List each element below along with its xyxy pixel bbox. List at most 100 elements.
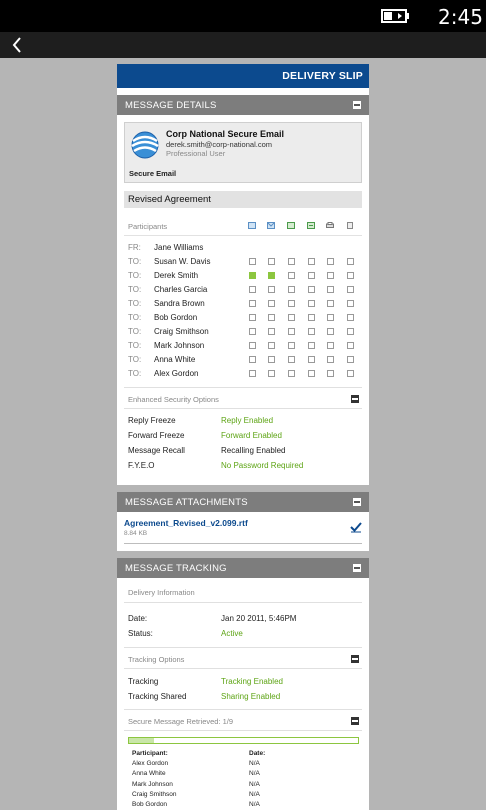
retrieved-header[interactable]: Secure Message Retrieved: 1/9 — [124, 709, 362, 731]
permission-checkbox[interactable] — [308, 272, 315, 279]
permission-checkbox[interactable] — [249, 258, 256, 265]
permission-checkbox[interactable] — [288, 300, 295, 307]
permission-checkbox[interactable] — [327, 258, 334, 265]
delivery-slip-page[interactable]: DELIVERY SLIP MESSAGE DETAILS Corp Natio… — [117, 64, 369, 810]
permission-checkbox[interactable] — [268, 314, 275, 321]
permission-checkbox[interactable] — [327, 272, 334, 279]
permission-checkbox[interactable] — [268, 328, 275, 335]
message-attachments-header[interactable]: MESSAGE ATTACHMENTS — [117, 492, 369, 512]
permission-checkbox[interactable] — [327, 370, 334, 377]
participant-name: Mark Johnson — [154, 341, 205, 350]
permission-checkbox[interactable] — [288, 328, 295, 335]
participant-row: TO: Mark Johnson — [124, 339, 362, 353]
permission-checkbox[interactable] — [347, 286, 354, 293]
permission-checkbox[interactable] — [308, 286, 315, 293]
message-tracking-header[interactable]: MESSAGE TRACKING — [117, 558, 369, 578]
attachment-item[interactable]: Agreement_Revised_v2.099.rtf 8.84 KB — [124, 512, 362, 544]
security-options-header[interactable]: Enhanced Security Options — [124, 387, 362, 409]
delivery-info-header: Delivery Information — [124, 581, 362, 603]
permission-checkbox[interactable] — [347, 342, 354, 349]
collapse-icon[interactable] — [353, 498, 361, 506]
permission-checkbox[interactable] — [268, 300, 275, 307]
permission-checkbox[interactable] — [308, 342, 315, 349]
permission-checkbox[interactable] — [347, 328, 354, 335]
permission-checkbox[interactable] — [268, 286, 275, 293]
security-option-value: No Password Required — [221, 461, 304, 470]
permission-checkbox[interactable] — [308, 356, 315, 363]
permission-checkbox[interactable] — [308, 300, 315, 307]
permission-checkbox[interactable] — [249, 300, 256, 307]
participant-row: TO: Derek Smith — [124, 269, 362, 283]
permission-checkbox[interactable] — [308, 258, 315, 265]
message-subject: Revised Agreement — [124, 191, 362, 208]
security-option-key: Reply Freeze — [128, 416, 176, 425]
delivery-slip-header: DELIVERY SLIP — [117, 64, 369, 88]
permission-checkbox[interactable] — [249, 272, 256, 279]
permission-checkbox[interactable] — [347, 272, 354, 279]
permission-checkbox[interactable] — [327, 300, 334, 307]
permission-checkbox[interactable] — [327, 286, 334, 293]
participant-name: Bob Gordon — [154, 313, 198, 322]
permission-checkbox[interactable] — [327, 314, 334, 321]
permission-checkbox[interactable] — [288, 356, 295, 363]
participant-row: FR: Jane Williams — [124, 241, 362, 255]
permission-checkbox[interactable] — [249, 314, 256, 321]
participants-header: Participants — [124, 212, 362, 236]
permission-checkbox[interactable] — [308, 370, 315, 377]
collapse-icon[interactable] — [351, 395, 359, 403]
permission-checkbox[interactable] — [347, 314, 354, 321]
attachment-file-name[interactable]: Agreement_Revised_v2.099.rtf — [124, 518, 248, 528]
participant-role: TO: — [128, 285, 142, 294]
permission-checkbox[interactable] — [268, 356, 275, 363]
permission-checkbox[interactable] — [288, 272, 295, 279]
permission-checkbox[interactable] — [249, 286, 256, 293]
collapse-icon[interactable] — [353, 101, 361, 109]
permission-checkbox[interactable] — [288, 286, 295, 293]
message-details-header[interactable]: MESSAGE DETAILS — [117, 95, 369, 115]
download-check-icon[interactable] — [350, 521, 362, 533]
permission-checkbox[interactable] — [327, 328, 334, 335]
permission-checkbox[interactable] — [268, 342, 275, 349]
participant-role: TO: — [128, 257, 142, 266]
permission-checkbox[interactable] — [268, 258, 275, 265]
permission-checkbox[interactable] — [249, 356, 256, 363]
tracking-table-header: Participant: Date: — [132, 749, 362, 759]
tracking-row: Anna White N/A — [132, 769, 362, 779]
permission-checkbox[interactable] — [249, 328, 256, 335]
participant-name: Jane Williams — [154, 243, 204, 252]
participant-role: TO: — [128, 369, 142, 378]
tracking-options-header[interactable]: Tracking Options — [124, 647, 362, 669]
tracking-shared-key: Tracking Shared — [128, 692, 187, 701]
participant-row: TO: Alex Gordon — [124, 367, 362, 381]
permission-checkbox[interactable] — [347, 356, 354, 363]
permission-checkbox[interactable] — [347, 300, 354, 307]
security-option-key: Message Recall — [128, 446, 185, 455]
battery-charging-icon — [381, 9, 409, 23]
permission-checkbox[interactable] — [288, 370, 295, 377]
permission-checkbox[interactable] — [308, 328, 315, 335]
collapse-icon[interactable] — [351, 655, 359, 663]
permission-checkbox[interactable] — [249, 342, 256, 349]
tracking-date: N/A — [249, 760, 260, 767]
permission-checkbox[interactable] — [288, 258, 295, 265]
permission-checkbox[interactable] — [327, 342, 334, 349]
permission-checkbox[interactable] — [249, 370, 256, 377]
tracking-options-label: Tracking Options — [128, 655, 185, 664]
participant-column-header: Participant: — [132, 750, 168, 757]
permission-checkbox[interactable] — [268, 272, 275, 279]
collapse-icon[interactable] — [353, 564, 361, 572]
permission-checkbox[interactable] — [347, 370, 354, 377]
permission-checkbox[interactable] — [288, 342, 295, 349]
permission-checkbox[interactable] — [288, 314, 295, 321]
permission-checkbox[interactable] — [327, 356, 334, 363]
back-arrow-icon[interactable] — [8, 35, 28, 55]
permission-checkbox[interactable] — [308, 314, 315, 321]
participant-row: TO: Sandra Brown — [124, 297, 362, 311]
permission-checkbox[interactable] — [347, 258, 354, 265]
collapse-icon[interactable] — [351, 717, 359, 725]
participant-row: TO: Craig Smithson — [124, 325, 362, 339]
secure-email-label: Secure Email — [129, 169, 177, 178]
retrieved-progress-bar — [128, 737, 359, 744]
envelope-open-icon — [267, 222, 275, 229]
permission-checkbox[interactable] — [268, 370, 275, 377]
